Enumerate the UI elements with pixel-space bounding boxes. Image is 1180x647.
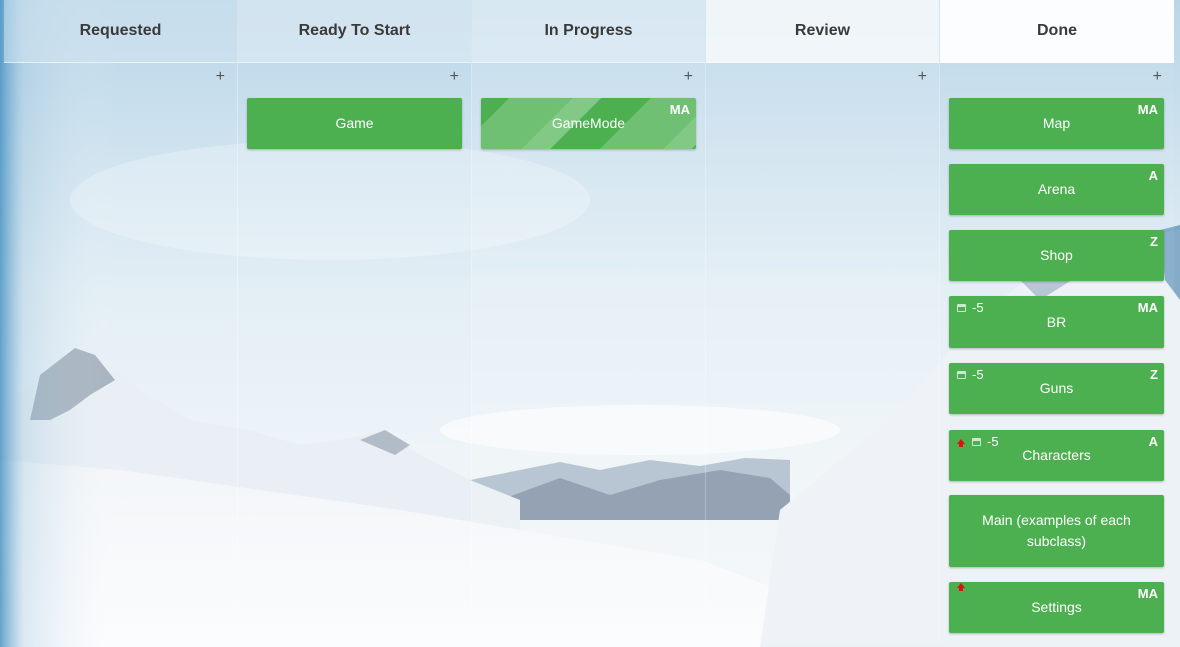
column-requested: Requested + xyxy=(4,0,238,643)
calendar-icon xyxy=(957,303,966,312)
column-body: + MA GameMode xyxy=(472,63,705,643)
card-title: Characters xyxy=(1022,447,1091,463)
due-offset: -5 xyxy=(972,367,984,382)
assignee-initials: MA xyxy=(669,102,690,117)
assignee-initials: MA xyxy=(1137,102,1158,117)
kanban-board: Requested + Ready To Start + Game In Pro… xyxy=(4,0,1174,643)
task-card[interactable]: Main (examples of each subclass) xyxy=(949,495,1164,567)
column-body: + xyxy=(4,63,237,643)
column-header: In Progress xyxy=(472,0,705,63)
column-header: Requested xyxy=(4,0,237,63)
task-card[interactable]: MA Map xyxy=(949,98,1164,149)
calendar-icon xyxy=(972,437,981,446)
assignee-initials: A xyxy=(1148,434,1158,449)
card-meta: -5 xyxy=(957,297,984,318)
due-offset: -5 xyxy=(987,434,999,449)
card-title: Map xyxy=(1042,115,1071,131)
due-offset: -5 xyxy=(972,300,984,315)
column-body: + MA Map A Arena Z Shop -5 MA BR -5 Z Gu… xyxy=(940,63,1174,643)
column-header: Ready To Start xyxy=(238,0,471,63)
card-title: BR xyxy=(1046,313,1067,330)
task-card[interactable]: A Arena xyxy=(949,164,1164,215)
card-title: Settings xyxy=(1031,599,1082,615)
assignee-initials: A xyxy=(1148,168,1158,183)
priority-up-arrow-icon xyxy=(957,439,965,447)
card-title: Guns xyxy=(1039,380,1074,396)
task-card[interactable]: Game xyxy=(247,98,462,149)
plus-icon[interactable]: + xyxy=(684,69,693,85)
task-card[interactable]: -5 Z Guns xyxy=(949,363,1164,414)
card-title: Shop xyxy=(1040,247,1073,263)
plus-icon[interactable]: + xyxy=(918,69,927,85)
card-title: Main (examples of each subclass) xyxy=(982,512,1131,549)
plus-icon[interactable]: + xyxy=(216,69,225,85)
assignee-initials: Z xyxy=(1150,367,1158,382)
column-done: Done + MA Map A Arena Z Shop -5 MA BR -5… xyxy=(940,0,1174,643)
card-title: Arena xyxy=(1037,181,1076,197)
plus-icon[interactable]: + xyxy=(450,69,459,85)
column-header: Done xyxy=(940,0,1174,63)
column-ready-to-start: Ready To Start + Game xyxy=(238,0,472,643)
priority-up-arrow-icon xyxy=(957,583,965,591)
card-title: GameMode xyxy=(551,115,626,131)
card-title: Game xyxy=(335,115,374,131)
task-card[interactable]: -5 MA BR xyxy=(949,296,1164,348)
card-meta: -5 xyxy=(957,431,999,452)
column-review: Review + xyxy=(706,0,940,643)
column-header: Review xyxy=(706,0,939,63)
task-card[interactable]: -5 A Characters xyxy=(949,430,1164,481)
card-meta xyxy=(957,583,968,591)
plus-icon[interactable]: + xyxy=(1153,69,1162,85)
task-card[interactable]: MA Settings xyxy=(949,582,1164,633)
calendar-icon xyxy=(957,370,966,379)
task-card[interactable]: MA GameMode xyxy=(481,98,696,149)
assignee-initials: MA xyxy=(1137,300,1158,315)
card-meta: -5 xyxy=(957,364,984,385)
column-body: + Game xyxy=(238,63,471,643)
task-card[interactable]: Z Shop xyxy=(949,230,1164,281)
column-in-progress: In Progress + MA GameMode xyxy=(472,0,706,643)
column-body: + xyxy=(706,63,939,643)
assignee-initials: Z xyxy=(1150,234,1158,249)
assignee-initials: MA xyxy=(1137,586,1158,601)
